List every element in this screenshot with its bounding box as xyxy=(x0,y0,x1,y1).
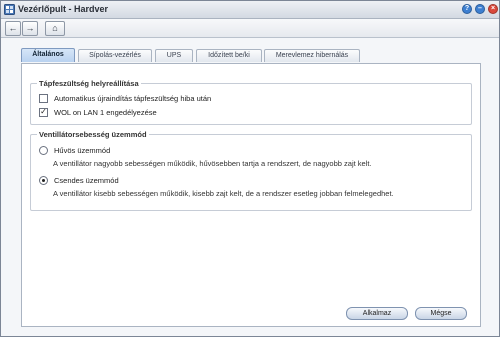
forward-button[interactable]: → xyxy=(22,21,38,36)
close-icon[interactable]: × xyxy=(488,4,498,14)
cancel-button[interactable]: Mégse xyxy=(415,307,467,320)
power-recovery-legend: Tápfeszültség helyreállítása xyxy=(37,79,141,88)
auto-restart-label: Automatikus újraindítás tápfeszültség hi… xyxy=(54,94,212,103)
auto-restart-option[interactable]: Automatikus újraindítás tápfeszültség hi… xyxy=(39,94,211,103)
power-recovery-group: Tápfeszültség helyreállítása Automatikus… xyxy=(30,79,472,125)
control-panel-icon xyxy=(4,4,15,15)
home-icon: ⌂ xyxy=(52,23,58,33)
forward-arrow-icon: → xyxy=(25,23,35,33)
back-arrow-icon: ← xyxy=(8,23,18,33)
tab-beep-control[interactable]: Sípolás-vezérlés xyxy=(78,49,152,62)
fan-mode-legend: Ventillátorsebesség üzemmód xyxy=(37,130,149,139)
help-icon[interactable]: ? xyxy=(462,4,472,14)
cool-mode-label: Hűvös üzemmód xyxy=(54,146,111,155)
tab-scheduled-power[interactable]: Időzített be/ki xyxy=(196,49,262,62)
minimize-icon[interactable]: – xyxy=(475,4,485,14)
window-title: Vezérlőpult - Hardver xyxy=(18,4,109,14)
quiet-mode-option[interactable]: Csendes üzemmód xyxy=(39,176,119,185)
quiet-mode-description: A ventillátor kisebb sebességen működik,… xyxy=(53,189,394,198)
wol-label: WOL on LAN 1 engedélyezése xyxy=(54,108,157,117)
home-button[interactable]: ⌂ xyxy=(45,21,65,36)
cool-mode-option[interactable]: Hűvös üzemmód xyxy=(39,146,110,155)
cool-mode-radio[interactable] xyxy=(39,146,48,155)
wol-option[interactable]: ✓ WOL on LAN 1 engedélyezése xyxy=(39,108,157,117)
cool-mode-description: A ventillátor nagyobb sebességen működik… xyxy=(53,159,372,168)
tab-hdd-hibernation[interactable]: Merevlemez hibernálás xyxy=(264,49,360,62)
wol-checkbox[interactable]: ✓ xyxy=(39,108,48,117)
back-button[interactable]: ← xyxy=(5,21,21,36)
apply-button[interactable]: Alkalmaz xyxy=(346,307,408,320)
control-panel-window: Vezérlőpult - Hardver ? – × ← → ⌂ Általá… xyxy=(0,0,500,337)
toolbar: ← → ⌂ xyxy=(1,19,499,38)
tab-ups[interactable]: UPS xyxy=(155,49,193,62)
quiet-mode-radio[interactable] xyxy=(39,176,48,185)
quiet-mode-label: Csendes üzemmód xyxy=(54,176,119,185)
tab-general[interactable]: Általános xyxy=(21,48,75,62)
auto-restart-checkbox[interactable] xyxy=(39,94,48,103)
content-area: Általános Sípolás-vezérlés UPS Időzített… xyxy=(1,38,499,336)
fan-mode-group: Ventillátorsebesség üzemmód Hűvös üzemmó… xyxy=(30,130,472,211)
title-bar: Vezérlőpult - Hardver ? – × xyxy=(1,1,499,19)
general-tab-panel: Tápfeszültség helyreállítása Automatikus… xyxy=(21,63,481,327)
